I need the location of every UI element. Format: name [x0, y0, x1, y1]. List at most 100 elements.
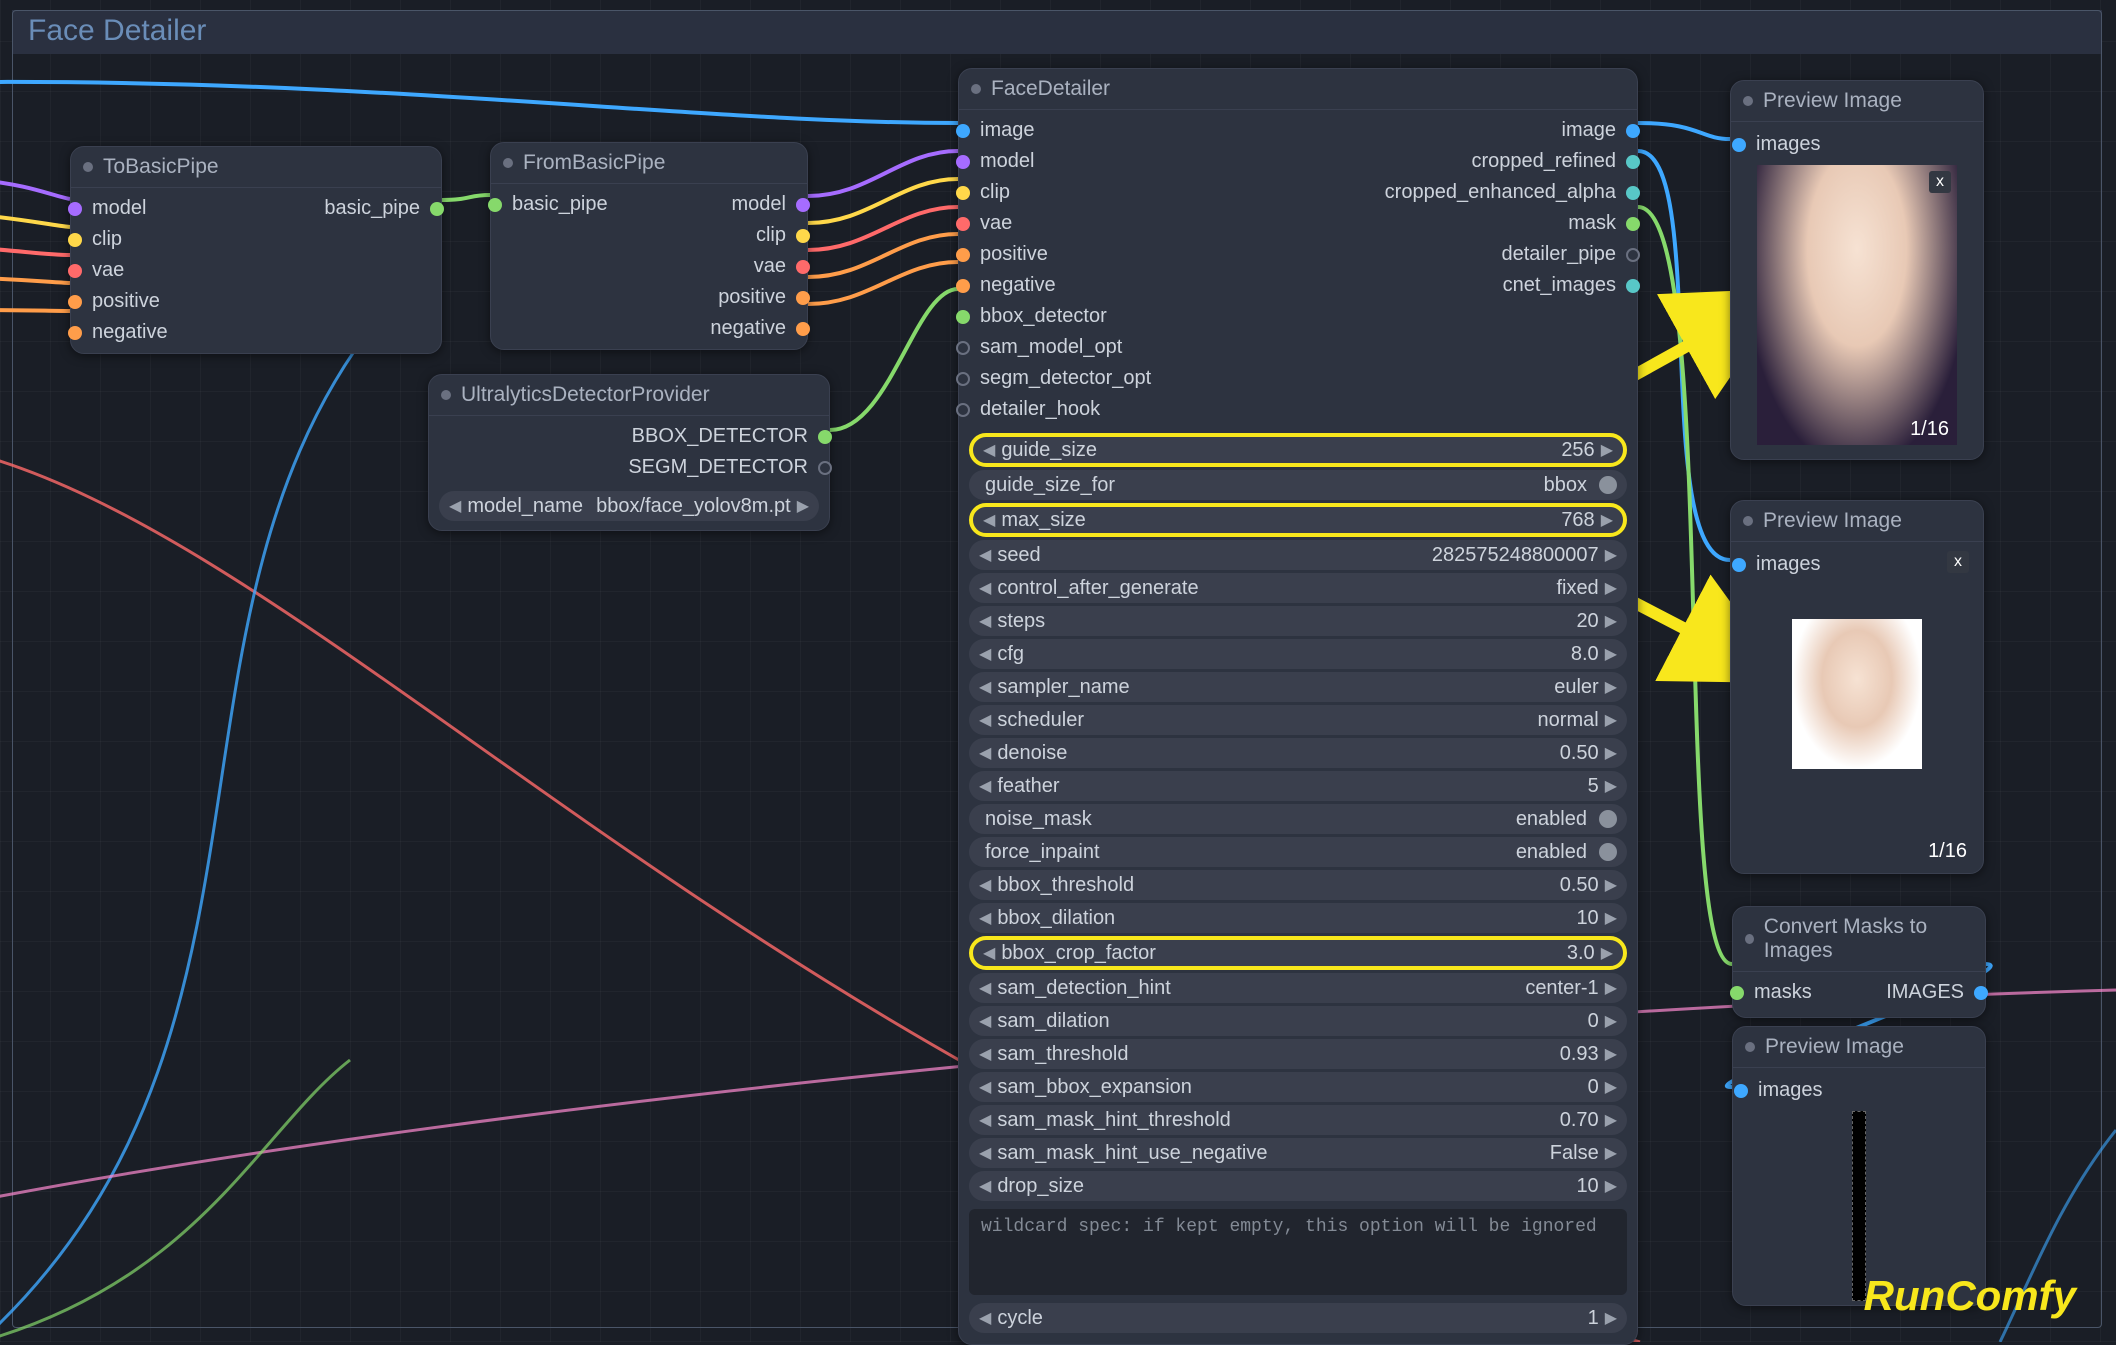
param-scheduler[interactable]: ◀schedulernormal▶	[969, 705, 1627, 735]
node-facedetailer[interactable]: FaceDetailer image model clip vae positi…	[958, 68, 1638, 1345]
chevron-right-icon[interactable]: ▶	[1605, 1176, 1617, 1196]
port-basicpipe-in[interactable]: basic_pipe	[495, 190, 618, 219]
toggle-dot-icon[interactable]	[1599, 810, 1617, 828]
port-clip[interactable]: clip	[75, 225, 178, 254]
chevron-right-icon[interactable]: ▶	[1601, 943, 1613, 963]
port-masks[interactable]: masks	[1737, 978, 1822, 1007]
port-sam-model[interactable]: sam_model_opt	[963, 333, 1161, 362]
chevron-left-icon[interactable]: ◀	[979, 875, 991, 895]
node-preview-1[interactable]: Preview Image images x 1/16	[1730, 80, 1984, 460]
port-model-out[interactable]: model	[700, 190, 803, 219]
chevron-left-icon[interactable]: ◀	[979, 1011, 991, 1031]
port-clip-out[interactable]: clip	[700, 221, 803, 250]
chevron-right-icon[interactable]: ▶	[1605, 578, 1617, 598]
chevron-left-icon[interactable]: ◀	[979, 1308, 991, 1328]
param-sampler-name[interactable]: ◀sampler_nameeuler▶	[969, 672, 1627, 702]
param-sam-detection-hint[interactable]: ◀sam_detection_hintcenter-1▶	[969, 973, 1627, 1003]
toggle-dot-icon[interactable]	[1599, 843, 1617, 861]
chevron-left-icon[interactable]: ◀	[979, 776, 991, 796]
port-negative[interactable]: negative	[963, 271, 1161, 300]
param-cfg[interactable]: ◀cfg8.0▶	[969, 639, 1627, 669]
chevron-right-icon[interactable]: ▶	[1605, 677, 1617, 697]
param-bbox-dilation[interactable]: ◀bbox_dilation10▶	[969, 903, 1627, 933]
wildcard-textarea[interactable]: wildcard spec: if kept empty, this optio…	[969, 1209, 1627, 1295]
chevron-right-icon[interactable]: ▶	[1605, 1044, 1617, 1064]
port-basicpipe-out[interactable]: basic_pipe	[314, 194, 437, 223]
chevron-left-icon[interactable]: ◀	[983, 440, 995, 460]
port-positive[interactable]: positive	[75, 287, 178, 316]
param-feather[interactable]: ◀feather5▶	[969, 771, 1627, 801]
chevron-left-icon[interactable]: ◀	[979, 1077, 991, 1097]
param-max-size[interactable]: ◀max_size768▶	[969, 503, 1627, 537]
chevron-right-icon[interactable]: ▶	[1605, 743, 1617, 763]
port-image[interactable]: image	[963, 116, 1161, 145]
node-preview-2[interactable]: Preview Image images x 1/16	[1730, 500, 1984, 874]
param-force-inpaint[interactable]: force_inpaintenabled	[969, 837, 1627, 867]
chevron-left-icon[interactable]: ◀	[979, 908, 991, 928]
port-segm-detector[interactable]: segm_detector_opt	[963, 364, 1161, 393]
param-guide-size-for[interactable]: guide_size_forbbox	[969, 470, 1627, 500]
chevron-left-icon[interactable]: ◀	[979, 1110, 991, 1130]
param-sam-mask-hint-threshold[interactable]: ◀sam_mask_hint_threshold0.70▶	[969, 1105, 1627, 1135]
port-image-out[interactable]: image	[1375, 116, 1633, 145]
chevron-left-icon[interactable]: ◀	[983, 510, 995, 530]
chevron-left-icon[interactable]: ◀	[979, 545, 991, 565]
port-vae[interactable]: vae	[75, 256, 178, 285]
port-negative-out[interactable]: negative	[700, 314, 803, 343]
chevron-right-icon[interactable]: ▶	[797, 496, 809, 516]
port-vae-out[interactable]: vae	[700, 252, 803, 281]
port-bbox-detector[interactable]: bbox_detector	[963, 302, 1161, 331]
chevron-left-icon[interactable]: ◀	[979, 1044, 991, 1064]
param-bbox-crop-factor[interactable]: ◀bbox_crop_factor3.0▶	[969, 936, 1627, 970]
chevron-left-icon[interactable]: ◀	[979, 710, 991, 730]
chevron-left-icon[interactable]: ◀	[979, 1176, 991, 1196]
port-cnet-images[interactable]: cnet_images	[1375, 271, 1633, 300]
chevron-right-icon[interactable]: ▶	[1605, 611, 1617, 631]
param-steps[interactable]: ◀steps20▶	[969, 606, 1627, 636]
param-sam-dilation[interactable]: ◀sam_dilation0▶	[969, 1006, 1627, 1036]
chevron-right-icon[interactable]: ▶	[1605, 1308, 1617, 1328]
chevron-right-icon[interactable]: ▶	[1601, 440, 1613, 460]
close-icon[interactable]: x	[1929, 171, 1951, 193]
port-images-out[interactable]: IMAGES	[1876, 978, 1981, 1007]
param-denoise[interactable]: ◀denoise0.50▶	[969, 738, 1627, 768]
port-cropped-refined[interactable]: cropped_refined	[1375, 147, 1633, 176]
port-detailer-pipe[interactable]: detailer_pipe	[1375, 240, 1633, 269]
chevron-right-icon[interactable]: ▶	[1605, 710, 1617, 730]
chevron-right-icon[interactable]: ▶	[1605, 545, 1617, 565]
node-preview-3[interactable]: Preview Image images	[1732, 1026, 1986, 1306]
param-guide-size[interactable]: ◀guide_size256▶	[969, 433, 1627, 467]
chevron-right-icon[interactable]: ▶	[1605, 908, 1617, 928]
param-sam-threshold[interactable]: ◀sam_threshold0.93▶	[969, 1039, 1627, 1069]
node-tobasicpipe[interactable]: ToBasicPipe model clip vae positive nega…	[70, 146, 442, 354]
node-udp[interactable]: UltralyticsDetectorProvider BBOX_DETECTO…	[428, 374, 830, 531]
port-bbox-detector[interactable]: BBOX_DETECTOR	[618, 422, 825, 451]
port-images[interactable]: images	[1739, 130, 1975, 159]
chevron-right-icon[interactable]: ▶	[1601, 510, 1613, 530]
port-vae[interactable]: vae	[963, 209, 1161, 238]
chevron-right-icon[interactable]: ▶	[1605, 978, 1617, 998]
port-images[interactable]: images	[1741, 1076, 1977, 1105]
node-convert-masks[interactable]: Convert Masks to Images masks IMAGES	[1732, 906, 1986, 1018]
chevron-right-icon[interactable]: ▶	[1605, 644, 1617, 664]
chevron-right-icon[interactable]: ▶	[1605, 1011, 1617, 1031]
port-positive-out[interactable]: positive	[700, 283, 803, 312]
port-model[interactable]: model	[963, 147, 1161, 176]
chevron-left-icon[interactable]: ◀	[449, 496, 461, 516]
param-model-name[interactable]: ◀ model_name bbox/face_yolov8m.pt ▶	[439, 491, 819, 521]
chevron-left-icon[interactable]: ◀	[979, 743, 991, 763]
param-sam-bbox-expansion[interactable]: ◀sam_bbox_expansion0▶	[969, 1072, 1627, 1102]
toggle-dot-icon[interactable]	[1599, 476, 1617, 494]
chevron-right-icon[interactable]: ▶	[1605, 776, 1617, 796]
param-drop-size[interactable]: ◀drop_size10▶	[969, 1171, 1627, 1201]
port-negative[interactable]: negative	[75, 318, 178, 347]
chevron-right-icon[interactable]: ▶	[1605, 875, 1617, 895]
chevron-left-icon[interactable]: ◀	[979, 578, 991, 598]
port-positive[interactable]: positive	[963, 240, 1161, 269]
chevron-left-icon[interactable]: ◀	[979, 611, 991, 631]
param-bbox-threshold[interactable]: ◀bbox_threshold0.50▶	[969, 870, 1627, 900]
close-icon[interactable]: x	[1947, 551, 1969, 573]
param-noise-mask[interactable]: noise_maskenabled	[969, 804, 1627, 834]
chevron-left-icon[interactable]: ◀	[979, 677, 991, 697]
port-model[interactable]: model	[75, 194, 178, 223]
